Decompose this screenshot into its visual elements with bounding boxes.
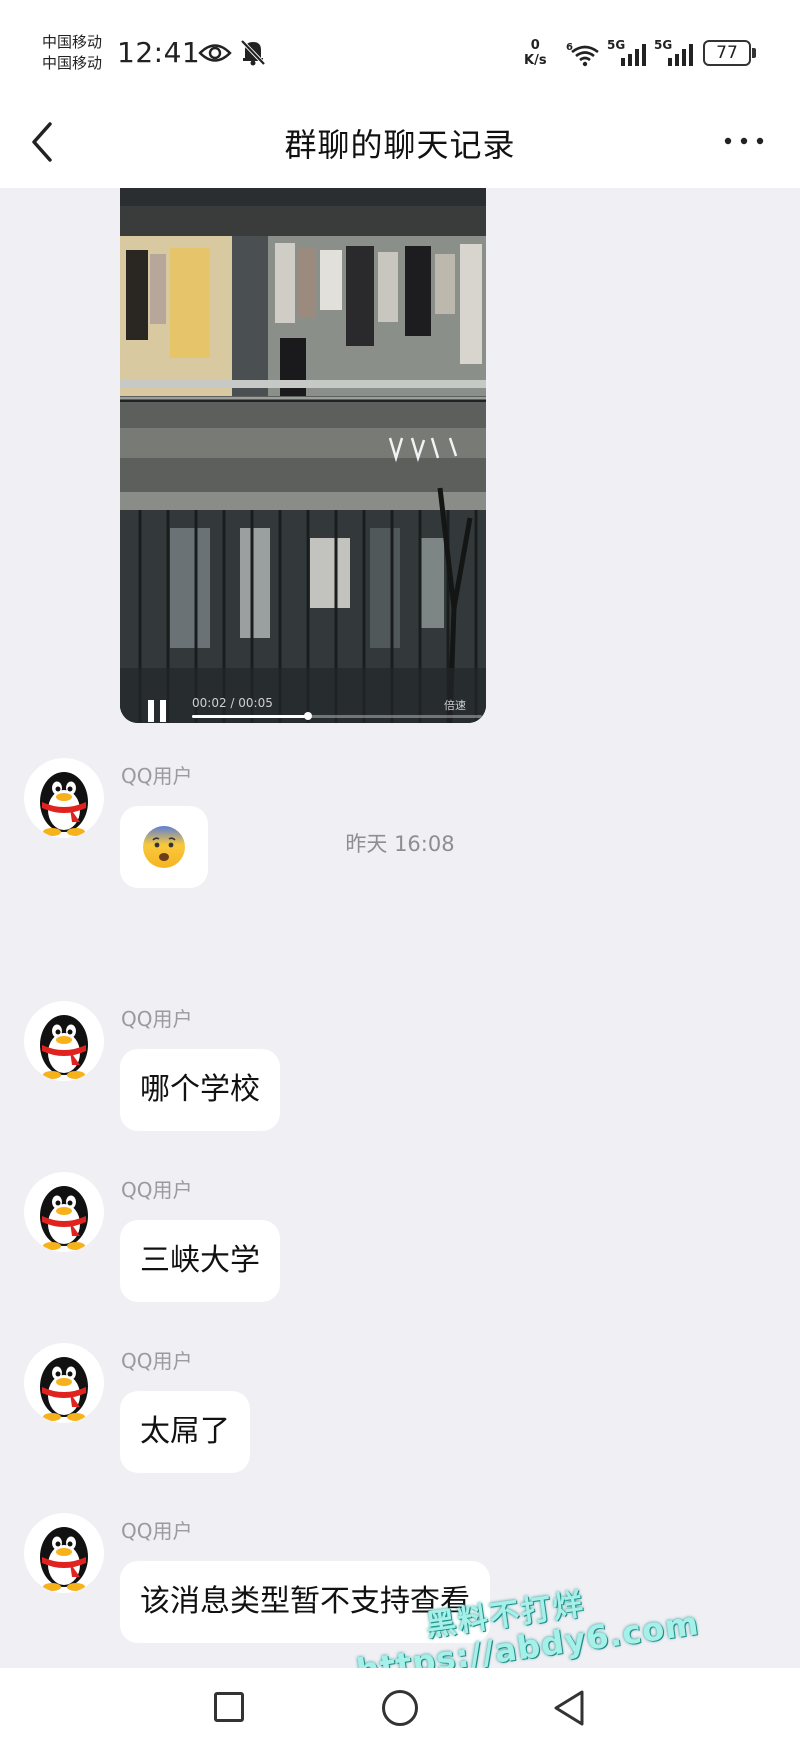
carrier-1: 中国移动 xyxy=(42,33,103,51)
sender-name: QQ用户 xyxy=(121,1349,193,1373)
network-speed-value: 0 xyxy=(530,38,540,53)
message-bubble[interactable]: 太屌了 xyxy=(120,1391,250,1473)
more-options-icon[interactable] xyxy=(722,134,766,148)
qq-penguin-icon xyxy=(40,1015,88,1079)
video-progress-knob[interactable] xyxy=(304,712,312,720)
signal-bars-icon xyxy=(621,44,646,66)
battery-tip xyxy=(752,48,756,58)
sender-name: QQ用户 xyxy=(121,1519,193,1543)
bell-muted-icon xyxy=(240,39,266,66)
qq-penguin-icon xyxy=(40,1357,88,1421)
carrier-2: 中国移动 xyxy=(42,54,103,72)
video-message[interactable]: 00:02 / 00:05 倍速 xyxy=(120,188,486,723)
signal-strength-1: 5G xyxy=(607,38,649,68)
clock: 12:41 xyxy=(117,36,201,69)
chat-history[interactable]: 00:02 / 00:05 倍速 QQ用户 昨天 16:08 QQ用户 哪个学校… xyxy=(0,188,800,1668)
back-triangle-icon[interactable] xyxy=(552,1689,586,1727)
network-speed-unit: K/s xyxy=(524,53,547,68)
wifi-icon: 6 xyxy=(566,42,599,67)
avatar[interactable] xyxy=(24,1343,104,1423)
message-bubble[interactable]: 该消息类型暂不支持查看 xyxy=(120,1561,490,1643)
video-thumbnail xyxy=(120,188,486,723)
carrier-info: 中国移动 中国移动 xyxy=(42,32,102,74)
avatar[interactable] xyxy=(24,1513,104,1593)
playback-speed-button[interactable]: 倍速 xyxy=(444,697,466,713)
sender-name: QQ用户 xyxy=(121,764,193,788)
pause-icon[interactable] xyxy=(146,700,170,722)
message-bubble[interactable]: 三峡大学 xyxy=(120,1220,280,1302)
signal-strength-2: 5G xyxy=(654,38,696,68)
page-title: 群聊的聊天记录 xyxy=(284,126,516,164)
video-time: 00:02 / 00:05 xyxy=(192,696,273,710)
eye-icon xyxy=(198,44,232,62)
system-nav-bar xyxy=(0,1668,800,1750)
video-progress-bar[interactable] xyxy=(192,712,482,720)
sender-name: QQ用户 xyxy=(121,1178,193,1202)
avatar[interactable] xyxy=(24,1001,104,1081)
qq-penguin-icon xyxy=(40,1186,88,1250)
video-progress-fill xyxy=(192,715,308,718)
avatar[interactable] xyxy=(24,758,104,838)
network-speed: 0 K/s xyxy=(524,38,547,68)
status-bar: 中国移动 中国移动 12:41 0 K/s 6 5G 5G 77 xyxy=(0,0,800,100)
home-button[interactable] xyxy=(382,1690,418,1726)
avatar[interactable] xyxy=(24,1172,104,1252)
message-bubble[interactable]: 哪个学校 xyxy=(120,1049,280,1131)
chat-header: 群聊的聊天记录 xyxy=(0,100,800,188)
qq-penguin-icon xyxy=(40,772,88,836)
timestamp: 昨天 16:08 xyxy=(345,832,455,856)
qq-penguin-icon xyxy=(40,1527,88,1591)
recent-apps-button[interactable] xyxy=(214,1692,244,1722)
battery-icon: 77 xyxy=(703,40,751,66)
signal-bars-icon xyxy=(668,44,693,66)
sender-name: QQ用户 xyxy=(121,1007,193,1031)
